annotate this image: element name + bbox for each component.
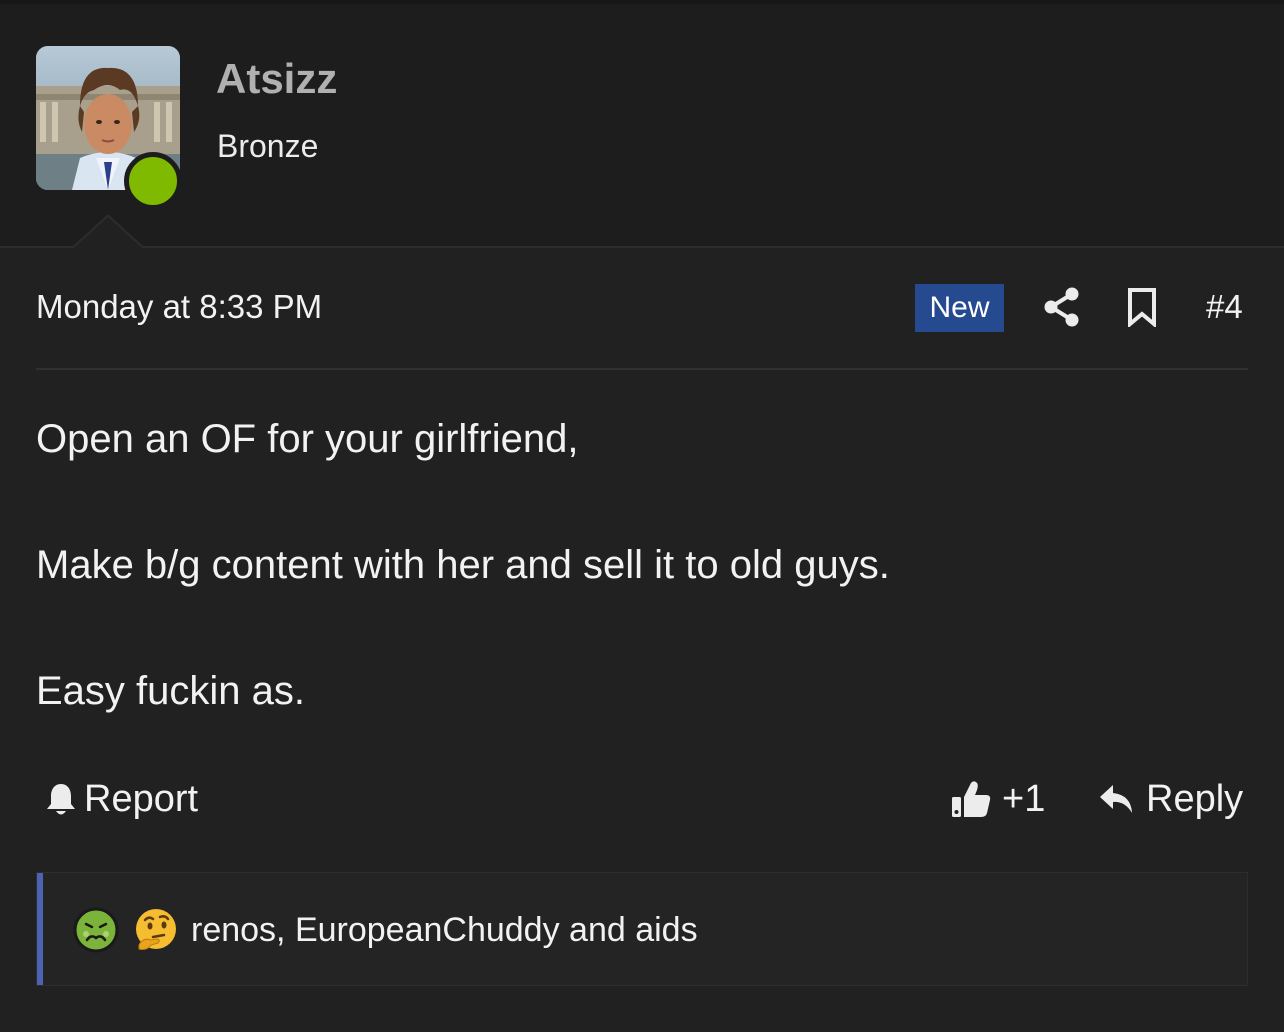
post-line: Open an OF for your girlfriend, (36, 417, 579, 461)
like-count: +1 (1002, 777, 1046, 820)
post-number-link[interactable]: #4 (1206, 287, 1243, 327)
thinking-face-icon[interactable] (133, 907, 179, 953)
post-date[interactable]: Monday at 8:33 PM (36, 287, 322, 327)
reply-arrow-icon (1100, 785, 1132, 813)
reactions-summary[interactable]: renos, EuropeanChuddy and aids (191, 909, 698, 951)
user-header: Atsizz Bronze (0, 4, 1284, 248)
reactions-accent (37, 873, 43, 985)
share-icon[interactable] (1043, 287, 1081, 327)
post-body: Open an OF for your girlfriend, Make b/g… (36, 414, 1248, 792)
like-button[interactable]: +1 (950, 776, 1045, 822)
online-status-dot (124, 152, 182, 210)
bookmark-icon[interactable] (1126, 287, 1158, 329)
report-label: Report (84, 777, 199, 820)
reply-label: Reply (1146, 777, 1244, 820)
forum-post: Atsizz Bronze Monday at 8:33 PM New #4 O… (0, 0, 1284, 1032)
thumbs-up-icon (952, 781, 991, 817)
report-button[interactable]: Report (44, 776, 198, 822)
meta-divider (36, 368, 1248, 370)
post-line: Easy fuckin as. (36, 669, 306, 713)
username[interactable]: Atsizz (216, 54, 337, 104)
bell-icon (47, 784, 75, 815)
post-line: Make b/g content with her and sell it to… (36, 543, 890, 587)
reply-button[interactable]: Reply (1098, 776, 1243, 822)
user-title: Bronze (217, 128, 319, 164)
header-pointer-fill (74, 217, 142, 248)
reactions-bar: renos, EuropeanChuddy and aids (36, 872, 1248, 986)
new-badge: New (915, 284, 1004, 332)
nauseated-face-icon[interactable] (73, 907, 119, 953)
